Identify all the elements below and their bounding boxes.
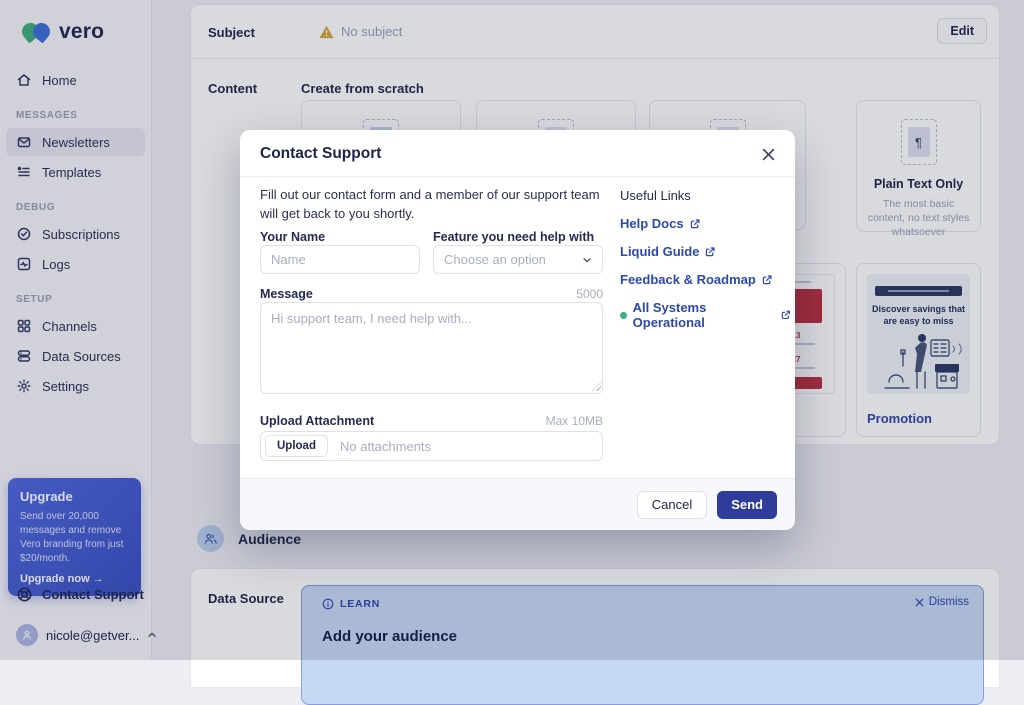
feedback-roadmap-link[interactable]: Feedback & Roadmap <box>620 272 790 287</box>
link-label: Liquid Guide <box>620 244 699 259</box>
upload-max-size: Max 10MB <box>483 414 603 428</box>
external-link-icon <box>762 275 772 285</box>
system-status-link[interactable]: All Systems Operational <box>620 300 790 330</box>
modal-description: Fill out our contact form and a member o… <box>260 186 612 224</box>
message-field-label: Message <box>260 287 313 301</box>
feature-select[interactable]: Choose an option <box>433 245 603 274</box>
send-button[interactable]: Send <box>717 491 777 519</box>
name-input[interactable] <box>260 245 420 274</box>
modal-footer: Cancel Send <box>240 478 795 530</box>
external-link-icon <box>690 219 700 229</box>
message-textarea[interactable] <box>260 302 603 394</box>
feature-select-value: Choose an option <box>444 252 546 267</box>
link-label: Help Docs <box>620 216 684 231</box>
external-link-icon <box>705 247 715 257</box>
upload-placeholder: No attachments <box>340 439 431 454</box>
chevron-down-icon <box>582 255 592 265</box>
upload-attachment-label: Upload Attachment <box>260 414 374 428</box>
link-label: Feedback & Roadmap <box>620 272 756 287</box>
close-icon <box>762 148 775 161</box>
modal-title: Contact Support <box>260 145 381 163</box>
name-field-label: Your Name <box>260 230 325 244</box>
cancel-button[interactable]: Cancel <box>637 491 707 519</box>
feature-field-label: Feature you need help with <box>433 230 594 244</box>
message-char-counter: 5000 <box>483 287 603 301</box>
app-window: vero Home MESSAGES Newsletters Templates… <box>0 0 1024 660</box>
upload-button[interactable]: Upload <box>265 435 328 457</box>
external-link-icon <box>781 310 790 320</box>
status-dot-icon <box>620 312 627 319</box>
useful-links-heading: Useful Links <box>620 188 790 203</box>
close-modal-button[interactable] <box>759 145 777 163</box>
useful-links: Useful Links Help Docs Liquid Guide Feed… <box>620 188 790 330</box>
upload-attachment-box: Upload No attachments <box>260 431 603 461</box>
liquid-guide-link[interactable]: Liquid Guide <box>620 244 790 259</box>
link-label: All Systems Operational <box>633 300 775 330</box>
modal-header: Contact Support <box>240 130 795 177</box>
help-docs-link[interactable]: Help Docs <box>620 216 790 231</box>
contact-support-modal: Contact Support Fill out our contact for… <box>240 130 795 530</box>
